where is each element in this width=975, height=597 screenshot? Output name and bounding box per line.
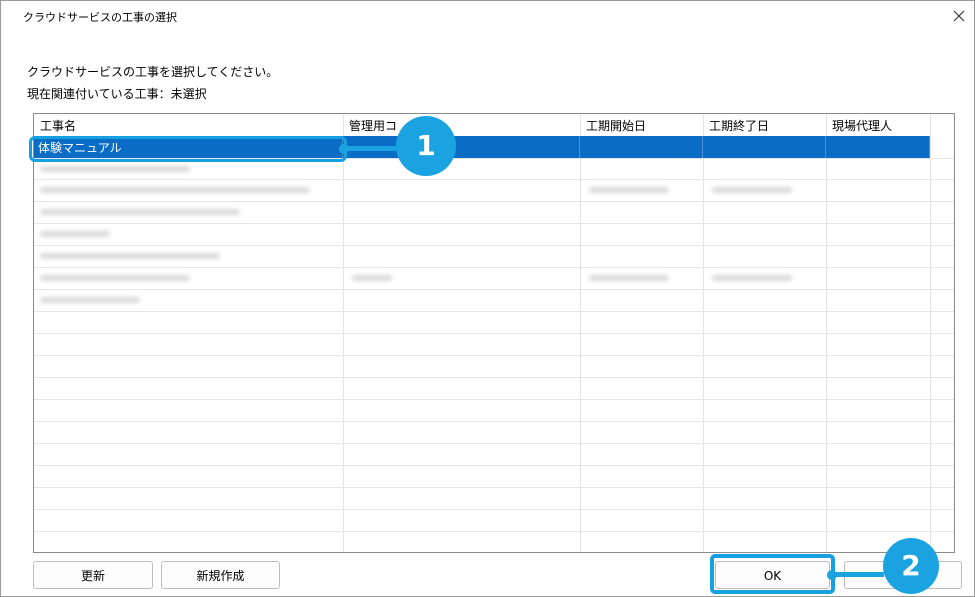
table-cell xyxy=(589,275,669,281)
callout-highlight-selection xyxy=(29,136,347,162)
current-status: 現在関連付いている工事：未選択 xyxy=(27,85,207,102)
project-grid[interactable]: 工事名 管理用コ 工期開始日 工期終了日 現場代理人 体験マニュアル xyxy=(33,113,955,553)
callout-badge-2: 2 xyxy=(883,538,939,594)
column-header-site-agent[interactable]: 現場代理人 xyxy=(826,114,930,136)
row-divider xyxy=(34,355,954,356)
row-divider xyxy=(34,509,954,510)
column-header-end-date[interactable]: 工期終了日 xyxy=(703,114,826,136)
callout-highlight-ok xyxy=(710,554,835,594)
row-divider xyxy=(34,399,954,400)
row-divider xyxy=(34,531,954,532)
new-project-button[interactable]: 新規作成 xyxy=(161,561,280,589)
row-divider xyxy=(34,267,954,268)
row-divider xyxy=(34,223,954,224)
row-divider xyxy=(34,311,954,312)
row-divider xyxy=(34,443,954,444)
row-divider xyxy=(34,333,954,334)
table-cell xyxy=(712,275,792,281)
table-row[interactable] xyxy=(40,297,140,303)
table-cell xyxy=(703,136,826,158)
status-value: 未選択 xyxy=(170,87,207,101)
instruction-text: クラウドサービスの工事を選択してください。 xyxy=(27,65,279,79)
column-header-code[interactable]: 管理用コ xyxy=(343,114,580,136)
callout-badge-1: 1 xyxy=(396,116,456,176)
table-row[interactable] xyxy=(40,166,190,172)
row-divider xyxy=(34,289,954,290)
row-divider xyxy=(34,201,954,202)
row-divider xyxy=(34,487,954,488)
table-cell xyxy=(712,187,792,193)
row-divider xyxy=(34,465,954,466)
title-bar: クラウドサービスの工事の選択 xyxy=(1,1,974,31)
table-cell xyxy=(589,187,669,193)
table-row[interactable] xyxy=(40,253,220,259)
row-divider xyxy=(34,179,954,180)
row-divider xyxy=(34,245,954,246)
window-title: クラウドサービスの工事の選択 xyxy=(23,11,177,24)
status-label: 現在関連付いている工事： xyxy=(27,87,171,101)
table-row[interactable] xyxy=(40,275,190,281)
table-cell xyxy=(826,136,930,158)
table-cell xyxy=(352,275,392,281)
dialog-window: クラウドサービスの工事の選択 クラウドサービスの工事を選択してください。 現在関… xyxy=(0,0,975,597)
row-divider xyxy=(34,421,954,422)
table-cell xyxy=(580,136,703,158)
callout-leader xyxy=(832,572,884,577)
table-row[interactable] xyxy=(40,231,110,237)
column-header-start-date[interactable]: 工期開始日 xyxy=(580,114,703,136)
table-row[interactable] xyxy=(40,187,310,193)
callout-leader xyxy=(344,146,396,151)
column-header-name[interactable]: 工事名 xyxy=(34,114,343,136)
close-icon xyxy=(953,10,965,22)
row-divider xyxy=(34,377,954,378)
table-row[interactable] xyxy=(40,209,240,215)
refresh-button[interactable]: 更新 xyxy=(33,561,153,589)
close-button[interactable] xyxy=(948,5,970,27)
